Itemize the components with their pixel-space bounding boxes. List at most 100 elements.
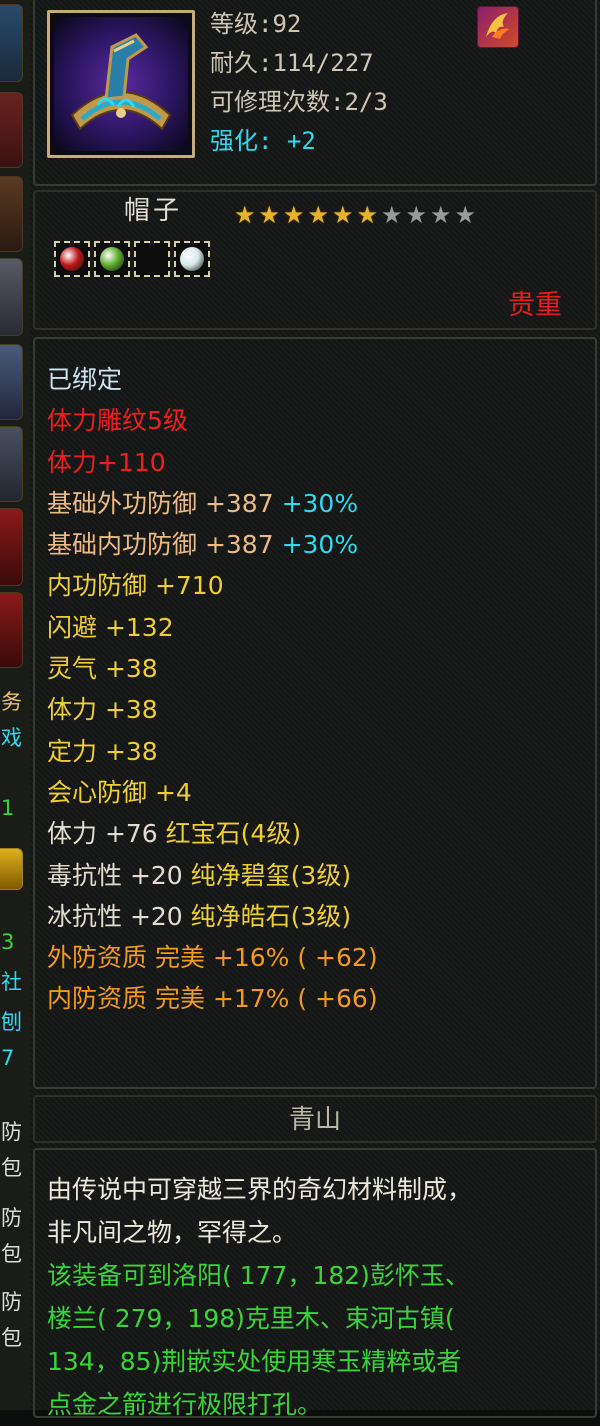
stat-text: 纯净皓石(3级) — [190, 901, 352, 931]
stat-text: 体力雕纹5级 — [47, 406, 188, 436]
sidebar-slot[interactable] — [0, 426, 23, 502]
item-icon-frame — [47, 10, 195, 158]
stat-row: 冰抗性 +20 纯净皓石(3级) — [47, 896, 378, 937]
stat-row: 基础外功防御 +387 +30% — [47, 483, 378, 524]
stat-text: 灵气 +38 — [47, 654, 158, 684]
stat-row: 已绑定 — [47, 359, 378, 400]
sidebar-slot[interactable] — [0, 848, 23, 890]
durability-value: 114/227 — [272, 49, 374, 77]
star-filled-icon: ★ — [233, 201, 256, 229]
stat-text: 冰抗性 +20 — [47, 901, 191, 931]
stat-row: 闪避 +132 — [47, 607, 378, 648]
sidebar-text: 包 — [1, 1156, 22, 1180]
gem-slots — [54, 241, 210, 277]
stat-row: 内功防御 +710 — [47, 565, 378, 606]
white-gem-icon — [180, 247, 204, 271]
tooltip-header-section: 等级:92 耐久:114/227 可修理次数:2/3 强化: +2 — [33, 0, 597, 186]
stat-text: 定力 +38 — [47, 736, 158, 766]
stat-row: 毒抗性 +20 纯净碧玺(3级) — [47, 855, 378, 896]
sidebar-text: 防 — [1, 1206, 22, 1230]
item-description: 由传说中可穿越三界的奇幻材料制成， 非凡间之物，罕得之。该装备可到洛阳( 177，… — [47, 1168, 587, 1426]
description-line: 点金之箭进行极限打孔。 — [47, 1390, 323, 1419]
item-name: 帽子 — [124, 196, 183, 226]
sidebar-slot[interactable] — [0, 176, 23, 252]
stat-text: 体力 +38 — [47, 695, 158, 725]
stat-row: 体力 +38 — [47, 689, 378, 730]
hat-equipment-icon — [54, 17, 188, 151]
star-filled-icon: ★ — [258, 201, 280, 229]
red-gem-icon — [60, 247, 84, 271]
stat-row: 会心防御 +4 — [47, 772, 378, 813]
gem-slot-green-gem-icon[interactable] — [94, 241, 130, 277]
sidebar-text: 防 — [1, 1290, 22, 1314]
sidebar-slot[interactable] — [0, 508, 23, 586]
item-origin: 青山 — [288, 1105, 341, 1135]
star-filled-icon: ★ — [307, 201, 329, 229]
enhance-value: +2 — [286, 127, 316, 155]
sidebar-text: 3 — [1, 930, 15, 954]
gem-slot-white-gem-icon[interactable] — [174, 241, 210, 277]
sidebar-text: 7 — [1, 1046, 15, 1070]
durability-line: 耐久:114/227 — [210, 49, 374, 77]
enhance-label: 强化 — [210, 127, 258, 155]
stat-text: 红宝石(4级) — [165, 819, 302, 849]
stat-row: 灵气 +38 — [47, 648, 378, 689]
stat-row: 基础内功防御 +387 +30% — [47, 524, 378, 565]
level-line: 等级:92 — [210, 10, 302, 38]
rarity-label: 贵重 — [508, 290, 562, 321]
stat-text: 外防资质 完美 +16% ( +62) — [47, 943, 378, 973]
stat-text: 内防资质 完美 +17% ( +66) — [47, 984, 378, 1014]
stat-text: +30% — [281, 530, 359, 560]
item-tooltip: 等级:92 耐久:114/227 可修理次数:2/3 强化: +2 帽子 ★ ★ ★… — [30, 0, 600, 1419]
description-line: 楼兰( 279，198)克里木、束河古镇( — [47, 1304, 455, 1333]
description-line: 该装备可到洛阳( 177，182)彭怀玉、 — [47, 1261, 470, 1290]
green-gem-icon — [100, 247, 124, 271]
star-empty-icon: ★ — [380, 201, 403, 229]
stat-list: 已绑定 体力雕纹5级 体力+110 基础外功防御 +387 +30% 基础内功防御 +3… — [47, 359, 378, 1020]
star-empty-icon: ★ — [405, 201, 427, 229]
sidebar-slot[interactable] — [0, 92, 23, 168]
sidebar-text: 务 — [1, 690, 22, 714]
star-rating: ★ ★ ★ ★ ★ ★ ★ ★ ★ ★ — [233, 203, 477, 227]
stat-text: 体力+110 — [47, 447, 166, 477]
sidebar-text: 防 — [1, 1120, 22, 1144]
sidebar-text: 社 — [1, 970, 22, 994]
repair-label: 可修理次数 — [210, 88, 330, 116]
stat-text: 纯净碧玺(3级) — [190, 860, 352, 890]
description-line: 非凡间之物，罕得之。 — [47, 1218, 298, 1247]
sidebar-text: 刨 — [1, 1010, 22, 1034]
stat-row: 定力 +38 — [47, 731, 378, 772]
stat-row: 外防资质 完美 +16% ( +62) — [47, 937, 378, 978]
fire-wing-icon — [477, 6, 519, 48]
stat-text: 基础外功防御 +387 — [47, 488, 282, 518]
stat-row: 体力 +76 红宝石(4级) — [47, 813, 378, 854]
sidebar-slot[interactable] — [0, 592, 23, 668]
description-line: 由传说中可穿越三界的奇幻材料制成， — [47, 1175, 473, 1204]
stat-text: 毒抗性 +20 — [47, 860, 191, 890]
stat-text: 基础内功防御 +387 — [47, 530, 282, 560]
stat-row: 体力+110 — [47, 442, 378, 483]
gem-slot-red-gem-icon[interactable] — [54, 241, 90, 277]
stat-text: 闪避 +132 — [47, 612, 174, 642]
repair-value: 2/3 — [344, 88, 388, 116]
star-empty-icon: ★ — [454, 201, 476, 229]
level-label: 等级 — [210, 10, 258, 38]
stat-text: 内功防御 +710 — [47, 571, 224, 601]
sidebar-slot[interactable] — [0, 4, 23, 82]
enhance-line: 强化: +2 — [210, 127, 316, 155]
sidebar-text: 包 — [1, 1326, 22, 1350]
star-filled-icon: ★ — [331, 201, 354, 229]
stat-text: 已绑定 — [47, 365, 123, 394]
gem-slot-empty-slot-icon[interactable] — [134, 241, 170, 277]
sidebar-text: 戏 — [1, 726, 22, 750]
sidebar-text: 1 — [1, 796, 15, 820]
stat-row: 体力雕纹5级 — [47, 400, 378, 441]
stat-text: +30% — [281, 488, 359, 518]
star-filled-icon: ★ — [356, 201, 378, 229]
sidebar-slot[interactable] — [0, 344, 23, 420]
star-empty-icon: ★ — [429, 201, 452, 229]
sidebar-slot[interactable] — [0, 258, 23, 336]
repair-count-line: 可修理次数:2/3 — [210, 88, 388, 116]
durability-label: 耐久 — [210, 49, 258, 77]
sidebar-text: 包 — [1, 1242, 22, 1266]
